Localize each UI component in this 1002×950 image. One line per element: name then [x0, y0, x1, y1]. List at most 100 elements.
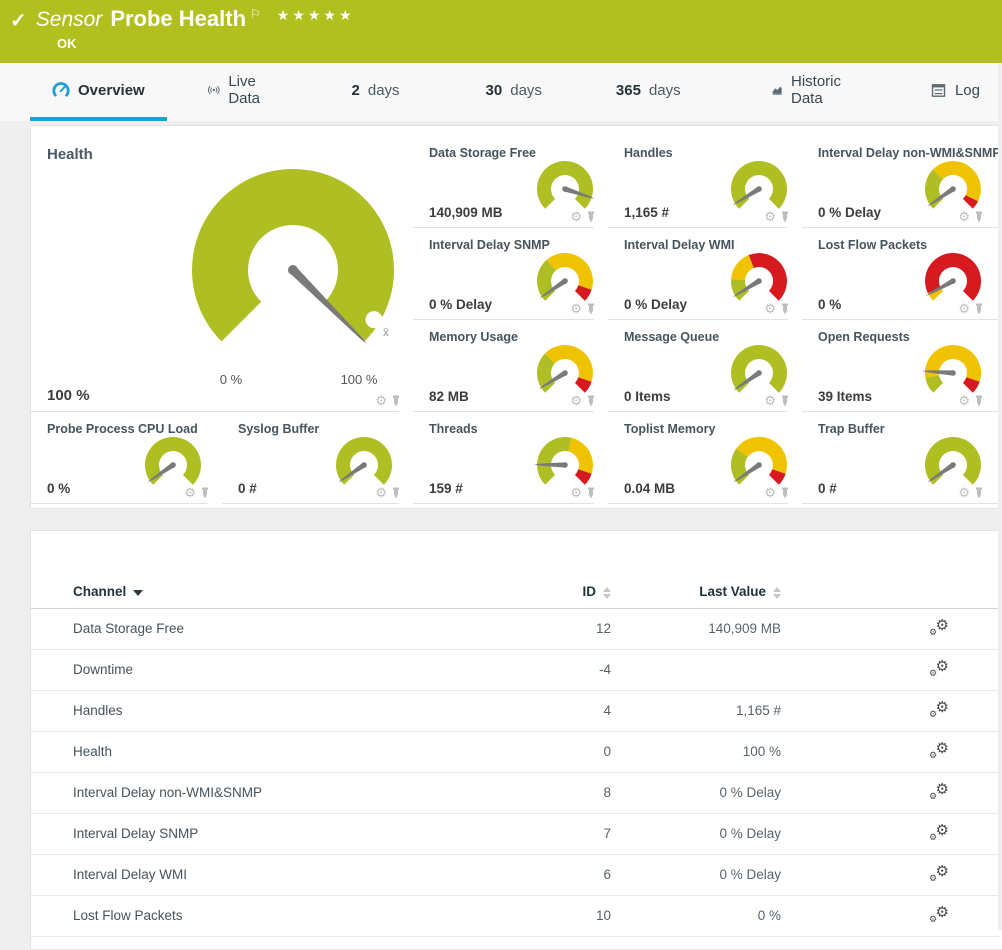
object-kind-label: Sensor [36, 8, 103, 32]
flag-icon[interactable]: ⚐ [250, 7, 261, 21]
pin-icon[interactable] [780, 211, 790, 223]
tab-2-days[interactable]: 2 days [330, 63, 422, 121]
pin-icon[interactable] [974, 303, 984, 315]
tab-live-data[interactable]: Live Data [185, 63, 294, 121]
sort-icon [603, 587, 611, 599]
tab-historic-data[interactable]: Historic Data [749, 63, 872, 121]
channel-settings-gear-icon[interactable]: ⚙⚙ [929, 741, 949, 759]
gauge-title: Memory Usage [429, 330, 518, 344]
gauge-cell: Interval Delay non-WMI&SNMP 0 % Delay ⚙ [802, 136, 1002, 228]
channel-last-value: 0 % Delay [611, 772, 781, 813]
gear-icon[interactable]: ⚙ [764, 302, 776, 315]
tab-overview[interactable]: Overview [30, 63, 167, 121]
channel-settings-gear-icon[interactable]: ⚙⚙ [929, 864, 949, 882]
channel-id: 0 [511, 731, 611, 772]
channel-settings-gear-icon[interactable]: ⚙⚙ [929, 618, 949, 636]
channel-name: Interval Delay non-WMI&SNMP [31, 772, 511, 813]
pin-icon[interactable] [974, 395, 984, 407]
pin-icon[interactable] [974, 487, 984, 499]
pin-icon[interactable] [586, 211, 596, 223]
table-row[interactable]: Interval Delay SNMP 7 0 % Delay ⚙⚙ [31, 813, 1001, 854]
gear-icon[interactable]: ⚙ [958, 302, 970, 315]
gear-icon[interactable]: ⚙ [764, 394, 776, 407]
gear-icon[interactable]: ⚙ [764, 486, 776, 499]
gear-icon[interactable]: ⚙ [958, 486, 970, 499]
tab-bar: Overview Live Data 2 days 30 days 365 da… [0, 63, 1002, 121]
pin-icon[interactable] [780, 395, 790, 407]
gauge-cell: Probe Process CPU Load 0 % ⚙ [31, 412, 222, 504]
channel-last-value: 0 % Delay [611, 813, 781, 854]
pin-icon[interactable] [391, 395, 401, 407]
priority-stars[interactable]: ★★★★★ [277, 7, 355, 24]
table-row[interactable]: Downtime -4 ⚙⚙ [31, 649, 1001, 690]
scrollbar-track[interactable] [998, 63, 1002, 930]
gear-icon[interactable]: ⚙ [375, 394, 387, 407]
channel-settings-gear-icon[interactable]: ⚙⚙ [929, 905, 949, 923]
table-row[interactable]: Health 0 100 % ⚙⚙ [31, 731, 1001, 772]
gear-icon[interactable]: ⚙ [570, 210, 582, 223]
channel-settings-gear-icon[interactable]: ⚙⚙ [929, 700, 949, 718]
gauge-title: Threads [429, 422, 478, 436]
gauge-title: Open Requests [818, 330, 910, 344]
channel-name: Handles [31, 690, 511, 731]
gear-icon[interactable]: ⚙ [958, 394, 970, 407]
pin-icon[interactable] [780, 487, 790, 499]
gauge-value: 0 % [818, 297, 841, 312]
gauge-title: Interval Delay non-WMI&SNMP [818, 146, 1001, 160]
gauge-title: Lost Flow Packets [818, 238, 927, 252]
pin-icon[interactable] [974, 211, 984, 223]
channel-settings-gear-icon[interactable]: ⚙⚙ [929, 823, 949, 841]
gear-icon[interactable]: ⚙ [764, 210, 776, 223]
gauge-title: Handles [624, 146, 673, 160]
gear-icon[interactable]: ⚙ [184, 486, 196, 499]
column-header-last-value[interactable]: Last Value [611, 576, 781, 608]
channel-name: Interval Delay SNMP [31, 813, 511, 854]
tab-label: Historic Data [791, 73, 850, 107]
gauge-cell: Syslog Buffer 0 # ⚙ [222, 412, 413, 504]
pin-icon[interactable] [586, 303, 596, 315]
tab-label: days [510, 82, 542, 99]
log-icon [930, 82, 947, 99]
gauge-value: 0 % Delay [429, 297, 492, 312]
table-row[interactable]: Data Storage Free 12 140,909 MB ⚙⚙ [31, 608, 1001, 649]
gauge-icon [52, 81, 70, 99]
gear-icon[interactable]: ⚙ [375, 486, 387, 499]
tab-365-days[interactable]: 365 days [594, 63, 703, 121]
gauge-title: Syslog Buffer [238, 422, 319, 436]
gauge-title: Message Queue [624, 330, 719, 344]
gauge-value: 0 Items [624, 389, 671, 404]
gauge-title: Health [47, 146, 93, 163]
average-marker: x̄ [383, 325, 389, 339]
table-row[interactable]: Interval Delay non-WMI&SNMP 8 0 % Delay … [31, 772, 1001, 813]
gauge-value: 0 % Delay [818, 205, 881, 220]
gear-icon[interactable]: ⚙ [570, 394, 582, 407]
gear-icon[interactable]: ⚙ [570, 486, 582, 499]
channel-id: 7 [511, 813, 611, 854]
channels-panel: Channel ID Last Value Data Storage Free … [30, 530, 1002, 950]
gauge-value: 39 Items [818, 389, 872, 404]
gear-icon[interactable]: ⚙ [958, 210, 970, 223]
live-data-icon [207, 81, 221, 99]
channel-settings-gear-icon[interactable]: ⚙⚙ [929, 659, 949, 677]
channel-last-value: 1,165 # [611, 690, 781, 731]
gauges-panel: Health x̄ 0 % 100 % 100 % ⚙ Data Storage… [30, 125, 1002, 509]
column-header-channel[interactable]: Channel [31, 576, 511, 608]
gauge-scale-max: 100 % [324, 372, 394, 387]
tab-log[interactable]: Log [908, 63, 1002, 121]
table-row[interactable]: Interval Delay WMI 6 0 % Delay ⚙⚙ [31, 854, 1001, 895]
channel-id: 12 [511, 608, 611, 649]
gauge-title: Probe Process CPU Load [47, 422, 198, 436]
pin-icon[interactable] [780, 303, 790, 315]
pin-icon[interactable] [586, 487, 596, 499]
pin-icon[interactable] [586, 395, 596, 407]
status-ok-check-icon: ✓ [10, 8, 27, 33]
gear-icon[interactable]: ⚙ [570, 302, 582, 315]
channel-name: Data Storage Free [31, 608, 511, 649]
pin-icon[interactable] [200, 487, 210, 499]
tab-30-days[interactable]: 30 days [464, 63, 564, 121]
gauge-value: 140,909 MB [429, 205, 503, 220]
channel-settings-gear-icon[interactable]: ⚙⚙ [929, 782, 949, 800]
pin-icon[interactable] [391, 487, 401, 499]
column-header-id[interactable]: ID [511, 576, 611, 608]
table-row[interactable]: Handles 4 1,165 # ⚙⚙ [31, 690, 1001, 731]
